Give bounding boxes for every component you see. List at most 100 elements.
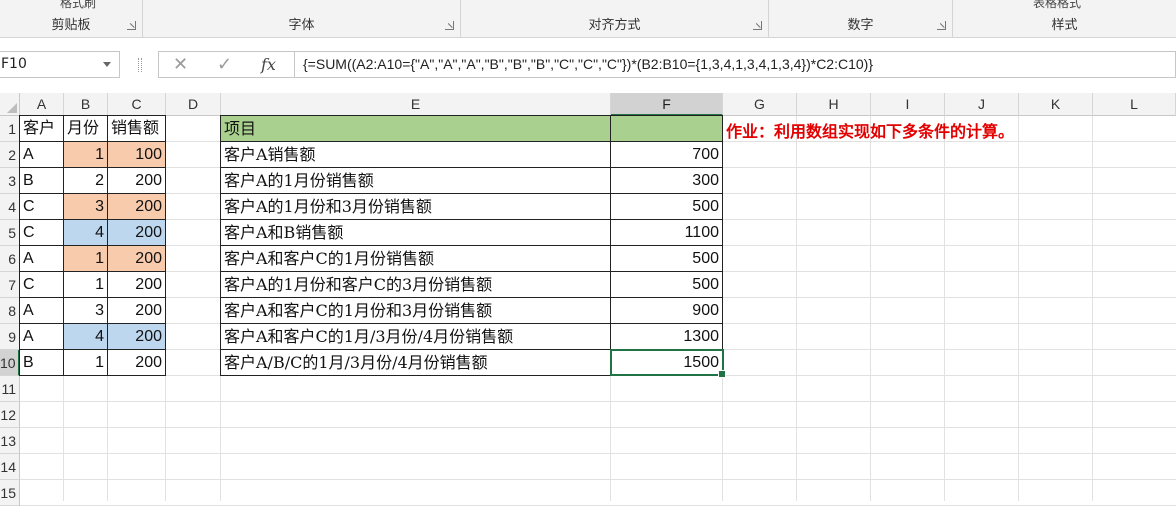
sales-cell[interactable]: 200 <box>108 168 166 194</box>
column-header-k[interactable]: K <box>1019 93 1093 116</box>
column-header-c[interactable]: C <box>108 93 166 116</box>
number-group-label: 数字 <box>847 18 874 33</box>
sales-cell[interactable]: 200 <box>108 220 166 246</box>
item-cell[interactable]: 客户A和客户C的1月份和3月份销售额 <box>221 298 611 324</box>
name-box[interactable]: F10 <box>0 51 120 78</box>
month-cell[interactable]: 1 <box>64 350 108 376</box>
sales-cell[interactable]: 200 <box>108 246 166 272</box>
item-header-cell[interactable]: 项目 <box>221 116 611 142</box>
alignment-launcher-icon[interactable] <box>753 21 762 30</box>
customer-cell[interactable]: C <box>20 220 64 246</box>
splitter-handle[interactable] <box>138 58 142 72</box>
month-cell[interactable]: 4 <box>64 220 108 246</box>
formula-bar: F10 ✕ ✓ fx {=SUM((A2:A10={"A","A","A","B… <box>0 45 1176 85</box>
number-launcher-icon[interactable] <box>937 21 946 30</box>
row-header-9[interactable]: 9 <box>0 324 20 350</box>
row-header-5[interactable]: 5 <box>0 220 20 246</box>
styles-group-label: 样式 <box>1051 18 1078 33</box>
row-header-6[interactable]: 6 <box>0 246 20 272</box>
month-cell[interactable]: 3 <box>64 194 108 220</box>
row-header-11[interactable]: 11 <box>0 376 20 402</box>
column-header-a[interactable]: A <box>20 93 64 116</box>
value-cell[interactable]: 500 <box>611 194 723 220</box>
row-header-1[interactable]: 1 <box>0 116 20 142</box>
header-cell-month[interactable]: 月份 <box>64 116 108 142</box>
month-cell[interactable]: 1 <box>64 246 108 272</box>
select-all-button[interactable] <box>0 93 20 116</box>
customer-cell[interactable]: C <box>20 272 64 298</box>
value-cell[interactable]: 300 <box>611 168 723 194</box>
formula-input[interactable]: {=SUM((A2:A10={"A","A","A","B","B","B","… <box>294 51 1176 78</box>
month-cell[interactable]: 1 <box>64 142 108 168</box>
item-cell[interactable]: 客户A的1月份和3月份销售额 <box>221 194 611 220</box>
header-cell-customer[interactable]: 客户 <box>20 116 64 142</box>
column-header-i[interactable]: I <box>871 93 945 116</box>
column-header-l[interactable]: L <box>1093 93 1176 116</box>
column-header-e[interactable]: E <box>221 93 611 116</box>
row-header-13[interactable]: 13 <box>0 428 20 454</box>
assignment-note: 作业：利用数组实现如下多条件的计算。 <box>726 122 1015 141</box>
column-header-d[interactable]: D <box>166 93 221 116</box>
item-cell[interactable]: 客户A/B/C的1月/3月份/4月份销售额 <box>221 350 611 376</box>
format-painter-label[interactable]: 格式刷 <box>60 0 96 11</box>
sales-cell[interactable]: 200 <box>108 298 166 324</box>
row-header-8[interactable]: 8 <box>0 298 20 324</box>
row-header-2[interactable]: 2 <box>0 142 20 168</box>
insert-function-icon[interactable]: fx <box>261 55 276 74</box>
row-header-10[interactable]: 10 <box>0 350 20 376</box>
column-header-g[interactable]: G <box>723 93 797 116</box>
item-cell[interactable]: 客户A和客户C的1月份销售额 <box>221 246 611 272</box>
column-header-h[interactable]: H <box>797 93 871 116</box>
value-header-cell[interactable] <box>611 116 723 142</box>
enter-icon[interactable]: ✓ <box>217 54 232 75</box>
table-border <box>220 115 723 116</box>
customer-cell[interactable]: A <box>20 324 64 350</box>
row-header-15[interactable]: 15 <box>0 480 20 506</box>
row-header-14[interactable]: 14 <box>0 454 20 480</box>
gridline <box>20 479 1176 480</box>
table-format-label[interactable]: 表格格式 <box>1033 0 1081 11</box>
customer-cell[interactable]: B <box>20 168 64 194</box>
customer-cell[interactable]: C <box>20 194 64 220</box>
font-launcher-icon[interactable] <box>445 21 454 30</box>
header-cell-sales[interactable]: 销售额 <box>108 116 166 142</box>
row-header-4[interactable]: 4 <box>0 194 20 220</box>
item-cell[interactable]: 客户A的1月份和客户C的3月份销售额 <box>221 272 611 298</box>
month-cell[interactable]: 2 <box>64 168 108 194</box>
value-cell[interactable]: 1500 <box>611 350 723 376</box>
month-cell[interactable]: 3 <box>64 298 108 324</box>
clipboard-launcher-icon[interactable] <box>127 21 136 30</box>
value-cell[interactable]: 900 <box>611 298 723 324</box>
sales-cell[interactable]: 200 <box>108 324 166 350</box>
item-cell[interactable]: 客户A的1月份销售额 <box>221 168 611 194</box>
customer-cell[interactable]: A <box>20 246 64 272</box>
value-cell[interactable]: 1100 <box>611 220 723 246</box>
customer-cell[interactable]: A <box>20 142 64 168</box>
spreadsheet-grid[interactable]: A B C D E F G H I J K L 1 2 3 4 5 6 7 8 9 10 11 12 13 14 15 客户 月份 销售额… <box>0 93 1176 506</box>
chevron-down-icon[interactable] <box>103 62 111 67</box>
value-cell[interactable]: 500 <box>611 246 723 272</box>
item-cell[interactable]: 客户A销售额 <box>221 142 611 168</box>
row-header-3[interactable]: 3 <box>0 168 20 194</box>
item-cell[interactable]: 客户A和B销售额 <box>221 220 611 246</box>
column-header-j[interactable]: J <box>945 93 1019 116</box>
table-border <box>220 115 221 376</box>
month-cell[interactable]: 4 <box>64 324 108 350</box>
month-cell[interactable]: 1 <box>64 272 108 298</box>
item-cell[interactable]: 客户A和客户C的1月/3月份/4月份销售额 <box>221 324 611 350</box>
customer-cell[interactable]: B <box>20 350 64 376</box>
column-header-f[interactable]: F <box>611 93 723 116</box>
ribbon: 格式刷 剪贴板 字体 对齐方式 数字 表格格式 样式 <box>0 0 1176 38</box>
row-header-7[interactable]: 7 <box>0 272 20 298</box>
sales-cell[interactable]: 200 <box>108 272 166 298</box>
row-header-12[interactable]: 12 <box>0 402 20 428</box>
sales-cell[interactable]: 200 <box>108 194 166 220</box>
value-cell[interactable]: 1300 <box>611 324 723 350</box>
sales-cell[interactable]: 100 <box>108 142 166 168</box>
customer-cell[interactable]: A <box>20 298 64 324</box>
cancel-icon[interactable]: ✕ <box>173 54 188 75</box>
column-header-b[interactable]: B <box>64 93 108 116</box>
value-cell[interactable]: 700 <box>611 142 723 168</box>
value-cell[interactable]: 500 <box>611 272 723 298</box>
sales-cell[interactable]: 200 <box>108 350 166 376</box>
